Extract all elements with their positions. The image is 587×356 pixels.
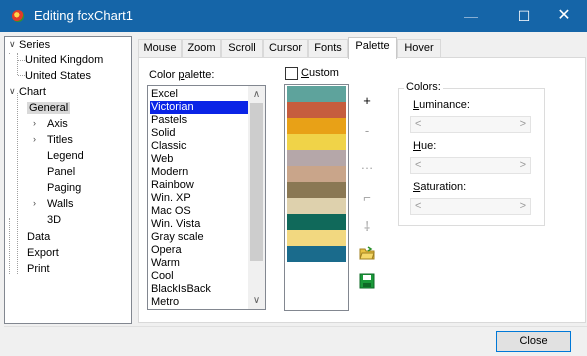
list-item[interactable]: Opera [150, 244, 250, 257]
scroll-right-icon[interactable]: > [520, 159, 526, 171]
window-title: Editing fcxChart1 [34, 8, 133, 23]
list-item[interactable]: BlackIsBack [150, 283, 250, 296]
saturation-label: Saturation: [413, 181, 467, 193]
close-window-button[interactable]: ✕ [541, 0, 587, 32]
tree-node-titles[interactable]: Titles [47, 132, 73, 148]
scroll-up-icon[interactable]: ∧ [248, 86, 265, 103]
list-item[interactable]: Modern [150, 166, 250, 179]
minimize-button[interactable]: — [448, 0, 494, 32]
color-swatch[interactable] [287, 246, 346, 262]
list-item[interactable]: Rainbow [150, 179, 250, 192]
color-swatch[interactable] [287, 118, 346, 134]
list-item[interactable]: Mac OS [150, 205, 250, 218]
tree-node-axis[interactable]: Axis [47, 116, 68, 132]
tab-cursor[interactable]: Cursor [263, 39, 308, 58]
list-item[interactable]: Excel [150, 88, 250, 101]
tree-node-3d[interactable]: 3D [47, 212, 61, 228]
list-item[interactable]: Solid [150, 127, 250, 140]
palette-swatches[interactable] [284, 84, 349, 311]
editor-tree[interactable]: ∨ Series United Kingdom United States ∨ … [4, 36, 132, 324]
tree-node-legend[interactable]: Legend [47, 148, 84, 164]
scroll-thumb[interactable] [250, 103, 263, 261]
tree-node-print[interactable]: Print [27, 261, 50, 277]
title-bar: Editing fcxChart1 — ☐ ✕ [0, 0, 587, 32]
axis-expander-icon[interactable]: › [33, 118, 36, 128]
app-icon [12, 10, 24, 22]
list-item[interactable]: Metro [150, 296, 250, 309]
list-item[interactable]: Victorian [150, 101, 250, 114]
tree-node-united-kingdom[interactable]: United Kingdom [25, 52, 103, 68]
remove-color-button[interactable]: - [358, 122, 376, 140]
chart-expander-icon[interactable]: ∨ [9, 86, 16, 97]
colors-group-title: Colors: [404, 81, 443, 93]
luminance-label: Luminance: [413, 99, 470, 111]
color-swatch[interactable] [287, 230, 346, 246]
tree-node-series[interactable]: Series [19, 37, 50, 53]
open-folder-icon[interactable] [358, 246, 376, 264]
tree-node-export[interactable]: Export [27, 245, 59, 261]
tree-node-paging[interactable]: Paging [47, 180, 81, 196]
tab-zoom[interactable]: Zoom [182, 39, 221, 58]
edit-color-button[interactable]: … [358, 156, 376, 174]
add-color-button[interactable]: + [358, 92, 376, 110]
luminance-slider[interactable]: < > [410, 116, 531, 133]
color-swatch[interactable] [287, 86, 346, 102]
tree-node-general[interactable]: General [27, 100, 71, 116]
list-item[interactable]: Win. Vista [150, 218, 250, 231]
saturation-slider[interactable]: < > [410, 198, 531, 215]
list-item[interactable]: Win. XP [150, 192, 250, 205]
tree-node-united-states[interactable]: United States [25, 68, 91, 84]
scroll-left-icon[interactable]: < [415, 118, 421, 130]
walls-expander-icon[interactable]: › [33, 198, 36, 208]
color-swatch[interactable] [287, 166, 346, 182]
color-swatch[interactable] [287, 182, 346, 198]
series-expander-icon[interactable]: ∨ [9, 39, 16, 50]
tree-node-chart[interactable]: Chart [19, 84, 46, 100]
scroll-down-icon[interactable]: ∨ [248, 292, 265, 309]
list-item[interactable]: Cool [150, 270, 250, 283]
move-up-button[interactable]: ⌐ [358, 189, 376, 207]
scroll-right-icon[interactable]: > [520, 118, 526, 130]
color-swatch[interactable] [287, 102, 346, 118]
color-palette-label: Color palette: [149, 69, 215, 81]
hue-slider[interactable]: < > [410, 157, 531, 174]
hue-label: Hue: [413, 140, 437, 152]
palette-list-scrollbar[interactable]: ∧ ∨ [248, 86, 265, 309]
tree-node-panel[interactable]: Panel [47, 164, 75, 180]
titles-expander-icon[interactable]: › [33, 134, 36, 144]
scroll-left-icon[interactable]: < [415, 159, 421, 171]
tab-fonts[interactable]: Fonts [308, 39, 348, 58]
color-swatch[interactable] [287, 134, 346, 150]
tree-node-data[interactable]: Data [27, 229, 50, 245]
color-palette-list[interactable]: Excel Victorian Pastels Solid Classic We… [147, 85, 266, 310]
tab-scroll[interactable]: Scroll [221, 39, 263, 58]
color-swatch[interactable] [287, 150, 346, 166]
custom-checkbox[interactable] [285, 67, 298, 80]
save-icon[interactable] [358, 273, 376, 291]
tab-mouse[interactable]: Mouse [138, 39, 182, 58]
color-swatch[interactable] [287, 198, 346, 214]
tab-hover[interactable]: Hover [397, 39, 441, 58]
scroll-right-icon[interactable]: > [520, 200, 526, 212]
color-swatch[interactable] [287, 214, 346, 230]
tree-node-walls[interactable]: Walls [47, 196, 73, 212]
list-item[interactable]: Web [150, 153, 250, 166]
custom-label: Custom [301, 67, 339, 79]
list-item[interactable]: Gray scale [150, 231, 250, 244]
list-item[interactable]: Pastels [150, 114, 250, 127]
list-item[interactable]: Classic [150, 140, 250, 153]
list-item[interactable]: Warm [150, 257, 250, 270]
scroll-left-icon[interactable]: < [415, 200, 421, 212]
close-button[interactable]: Close [496, 331, 571, 352]
tab-palette[interactable]: Palette [348, 37, 397, 59]
move-down-button[interactable]: ⸸ [358, 218, 376, 236]
